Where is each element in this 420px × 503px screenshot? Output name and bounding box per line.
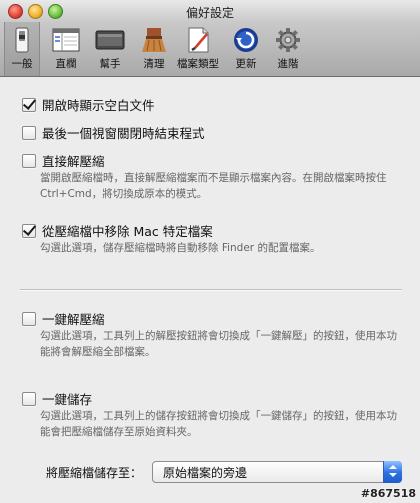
option-one-click-extract[interactable]: 一鍵解壓縮 xyxy=(22,309,105,328)
tab-advanced[interactable]: 進階 xyxy=(268,22,308,76)
remove-mac-files-checkbox[interactable] xyxy=(22,223,36,238)
option-label: 開啟時顯示空白文件 xyxy=(42,98,155,113)
tab-general[interactable]: 一般 xyxy=(4,22,40,76)
tab-file-types-label: 檔案類型 xyxy=(177,58,219,70)
tab-columns[interactable]: 直欄 xyxy=(46,22,86,76)
option-label: 一鍵解壓縮 xyxy=(42,312,105,327)
show-blank-document-checkbox[interactable] xyxy=(22,97,36,112)
preferences-window: 偏好設定 一般 直欄 幫手 清理 檔案類型 更新 進階 開啟時顯示空白文件 最後… xyxy=(0,0,420,503)
gear-icon xyxy=(273,26,303,54)
tab-update-label: 更新 xyxy=(235,58,257,70)
extract-directly-description: 當開啟壓縮檔時，直接解壓縮檔案而不是顯示檔案內容。在開啟檔案時按住 Ctrl+C… xyxy=(40,172,387,200)
option-show-blank-document[interactable]: 開啟時顯示空白文件 xyxy=(22,95,155,114)
option-label: 從壓縮檔中移除 Mac 特定檔案 xyxy=(42,224,213,239)
option-remove-mac-files[interactable]: 從壓縮檔中移除 Mac 特定檔案 xyxy=(22,221,213,240)
tab-columns-label: 直欄 xyxy=(55,58,77,70)
one-click-extract-checkbox[interactable] xyxy=(22,311,36,326)
one-click-save-checkbox[interactable] xyxy=(22,391,36,406)
tab-file-types[interactable]: 檔案類型 xyxy=(172,22,224,76)
title-bar[interactable]: 偏好設定 xyxy=(0,0,420,22)
broom-icon xyxy=(139,26,169,54)
section-divider xyxy=(20,289,402,291)
preferences-toolbar: 一般 直欄 幫手 清理 檔案類型 更新 進階 xyxy=(0,22,420,77)
tab-general-label: 一般 xyxy=(11,58,33,70)
update-icon xyxy=(231,26,261,54)
quit-on-last-window-checkbox[interactable] xyxy=(22,125,36,140)
tab-cleanup-label: 清理 xyxy=(143,58,165,70)
one-click-save-description: 勾選此選項，工具列上的儲存按鈕將會切換成「一鍵儲存」的按鈕，使用本功能會把壓縮檔… xyxy=(40,410,397,438)
tab-update[interactable]: 更新 xyxy=(226,22,266,76)
save-location-popup[interactable]: 原始檔案的旁邊 xyxy=(152,461,402,483)
option-quit-on-last-window[interactable]: 最後一個視窗關閉時結束程式 xyxy=(22,123,205,142)
one-click-extract-description: 勾選此選項，工具列上的解壓按鈕將會切換成「一鍵解壓」的按鈕，使用本功能將會解壓縮… xyxy=(40,330,397,358)
general-preferences-pane: 開啟時顯示空白文件 最後一個視窗關閉時結束程式 直接解壓縮 當開啟壓縮檔時，直接… xyxy=(0,77,420,503)
option-label: 一鍵儲存 xyxy=(42,392,93,407)
tab-helper-label: 幫手 xyxy=(99,58,121,70)
remove-mac-files-description: 勾選此選項，儲存壓縮檔時將自動移除 Finder 的配置檔案。 xyxy=(40,242,321,254)
tab-cleanup[interactable]: 清理 xyxy=(134,22,174,76)
extract-directly-checkbox[interactable] xyxy=(22,153,36,168)
option-label: 最後一個視窗關閉時結束程式 xyxy=(42,126,205,141)
tab-advanced-label: 進階 xyxy=(277,58,299,70)
helper-icon xyxy=(95,26,125,54)
popup-arrows-icon[interactable] xyxy=(383,461,402,483)
watermark: #867518 xyxy=(360,487,416,500)
file-types-icon xyxy=(183,26,213,54)
save-location-value: 原始檔案的旁邊 xyxy=(163,466,248,480)
window-title: 偏好設定 xyxy=(185,6,234,20)
option-label: 直接解壓縮 xyxy=(42,154,105,169)
option-one-click-save[interactable]: 一鍵儲存 xyxy=(22,389,92,408)
save-location-label: 將壓縮檔儲存至： xyxy=(46,466,143,480)
option-extract-directly[interactable]: 直接解壓縮 xyxy=(22,151,105,170)
tab-helper[interactable]: 幫手 xyxy=(90,22,130,76)
columns-icon xyxy=(51,26,81,54)
switch-icon xyxy=(7,26,37,54)
